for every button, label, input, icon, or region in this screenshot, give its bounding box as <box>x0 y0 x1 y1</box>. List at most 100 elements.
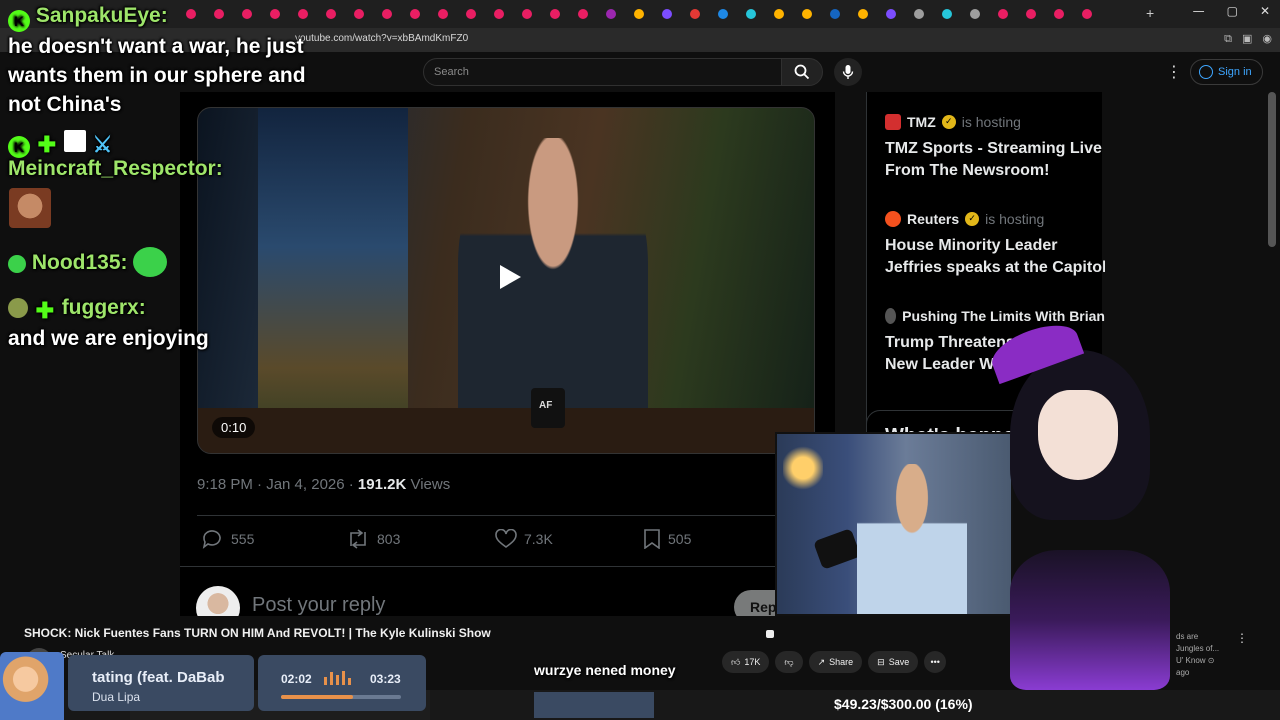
minimize-button[interactable]: — <box>1193 4 1205 18</box>
browser-tab[interactable] <box>796 4 818 24</box>
browser-tab[interactable] <box>1048 4 1070 24</box>
browser-tab[interactable] <box>516 4 538 24</box>
equalizer-icon <box>324 671 351 685</box>
reply-icon <box>202 530 221 549</box>
browser-tab[interactable] <box>684 4 706 24</box>
browser-tab[interactable] <box>404 4 426 24</box>
reply-input[interactable]: Post your reply <box>252 594 385 617</box>
more-actions-button[interactable]: ••• <box>924 651 947 673</box>
views-label: Views <box>406 476 451 493</box>
chat-message: Nood135: <box>8 247 168 277</box>
tab-favicon-icon <box>802 9 812 19</box>
goal-bar-fill <box>534 692 654 718</box>
webcam-mic <box>813 528 861 570</box>
browser-tab[interactable] <box>348 4 370 24</box>
sign-in-label: Sign in <box>1218 66 1252 78</box>
browser-tab[interactable] <box>992 4 1014 24</box>
browser-tab[interactable] <box>656 4 678 24</box>
live-item[interactable]: Reuters ✓ is hosting House Minority Lead… <box>885 209 1105 279</box>
like-video-button[interactable]: 👍︎ 17K <box>722 651 770 673</box>
browser-tab[interactable] <box>460 4 482 24</box>
sign-in-button[interactable]: Sign in <box>1190 59 1263 85</box>
browser-tab[interactable] <box>572 4 594 24</box>
tab-favicon-icon <box>634 9 644 19</box>
vtuber-dress <box>1010 550 1170 690</box>
emote-green-face-icon <box>133 247 168 277</box>
browser-tab[interactable] <box>908 4 930 24</box>
browser-tab[interactable] <box>376 4 398 24</box>
plus-badge-icon: ✚ <box>37 132 57 157</box>
tab-favicon-icon <box>326 9 336 19</box>
suggestion-menu-icon[interactable]: ⋮ <box>1236 631 1248 645</box>
kick-badge-icon: K <box>8 136 30 158</box>
browser-tab[interactable] <box>488 4 510 24</box>
suggestion-line: ago <box>1176 668 1190 677</box>
browser-tab[interactable] <box>1076 4 1098 24</box>
browser-tab[interactable] <box>936 4 958 24</box>
song-title: tating (feat. DaBab <box>92 669 225 686</box>
browser-tab[interactable] <box>1020 4 1042 24</box>
repost-button[interactable]: 803 <box>346 529 400 549</box>
like-button[interactable]: 7.3K <box>495 529 553 549</box>
video-title: SHOCK: Nick Fuentes Fans TURN ON HIM And… <box>24 626 491 640</box>
tab-favicon-icon <box>998 9 1008 19</box>
settings-menu-icon[interactable]: ⋮ <box>1166 62 1182 81</box>
search-button[interactable] <box>781 58 823 86</box>
anime-avatar <box>0 652 64 720</box>
browser-tab[interactable] <box>880 4 902 24</box>
tab-favicon-icon <box>382 9 392 19</box>
browser-tab[interactable] <box>600 4 622 24</box>
play-icon[interactable] <box>494 262 524 292</box>
tab-favicon-icon <box>410 9 420 19</box>
bookmark-save-icon: ⊟ <box>877 656 885 667</box>
host-name: Reuters <box>907 211 960 227</box>
browser-tab[interactable] <box>432 4 454 24</box>
share-button[interactable]: ↗ Share <box>808 651 863 673</box>
browser-tab[interactable] <box>740 4 762 24</box>
browser-tab[interactable] <box>852 4 874 24</box>
chat-badges: K ✚ ⚔ <box>8 130 114 158</box>
tab-favicon-icon <box>550 9 560 19</box>
save-button[interactable]: ⊟ Save <box>868 651 919 673</box>
chat-username: Nood135: <box>31 251 128 274</box>
voice-search-button[interactable] <box>834 58 862 86</box>
video-like-count: 17K <box>744 657 761 667</box>
suggested-video-text[interactable]: ds are Jungles of... U' Know ⊙ ago <box>1176 631 1219 679</box>
bookmark-button[interactable]: 505 <box>643 529 691 549</box>
live-title: TMZ Sports - Streaming Live From The New… <box>885 138 1105 182</box>
extensions-icon[interactable]: ⧉ <box>1224 32 1232 46</box>
browser-tab[interactable] <box>628 4 650 24</box>
browser-tab[interactable] <box>544 4 566 24</box>
tab-favicon-icon <box>970 9 980 19</box>
browser-tab[interactable] <box>768 4 790 24</box>
browser-tab[interactable] <box>824 4 846 24</box>
url-text[interactable]: youtube.com/watch?v=xbBAmdKmFZ0 <box>295 33 468 44</box>
bookmark-icon <box>644 529 660 549</box>
video-time-badge: 0:10 <box>212 417 256 438</box>
tab-favicon-icon <box>1026 9 1036 19</box>
tab-favicon-icon <box>438 9 448 19</box>
live-title-line: Jeffries speaks at the Capitol <box>885 259 1105 276</box>
profile-icon[interactable]: ◉ <box>1262 32 1272 46</box>
search-icon <box>794 64 810 80</box>
browser-tab[interactable] <box>320 4 342 24</box>
search-input[interactable]: Search <box>423 58 782 86</box>
new-tab-button[interactable]: + <box>1146 5 1154 21</box>
song-artist: Dua Lipa <box>92 690 141 704</box>
divider <box>180 566 780 567</box>
browser-tab[interactable] <box>964 4 986 24</box>
dislike-video-button[interactable]: 👎︎ <box>775 651 803 673</box>
like-count: 7.3K <box>524 531 553 547</box>
maximize-button[interactable]: ▢ <box>1227 4 1238 18</box>
stream-chat-overlay: K SanpakuEye: he doesn't want a war, he … <box>0 0 320 360</box>
browser-tab[interactable] <box>712 4 734 24</box>
sidebar-icon[interactable]: ▣ <box>1242 32 1252 46</box>
chat-message: K SanpakuEye: <box>8 4 168 32</box>
reply-button[interactable]: 555 <box>202 529 254 549</box>
scrollbar[interactable] <box>1268 92 1276 247</box>
window-controls: — ▢ ✕ <box>1193 4 1270 18</box>
live-item[interactable]: TMZ ✓ is hosting TMZ Sports - Streaming … <box>885 112 1105 182</box>
close-window-button[interactable]: ✕ <box>1260 4 1270 18</box>
elapsed-time: 02:02 <box>281 672 312 686</box>
screen: + — ▢ ✕ youtube.com/watch?v=xbBAmdKmFZ0 … <box>0 0 1280 720</box>
